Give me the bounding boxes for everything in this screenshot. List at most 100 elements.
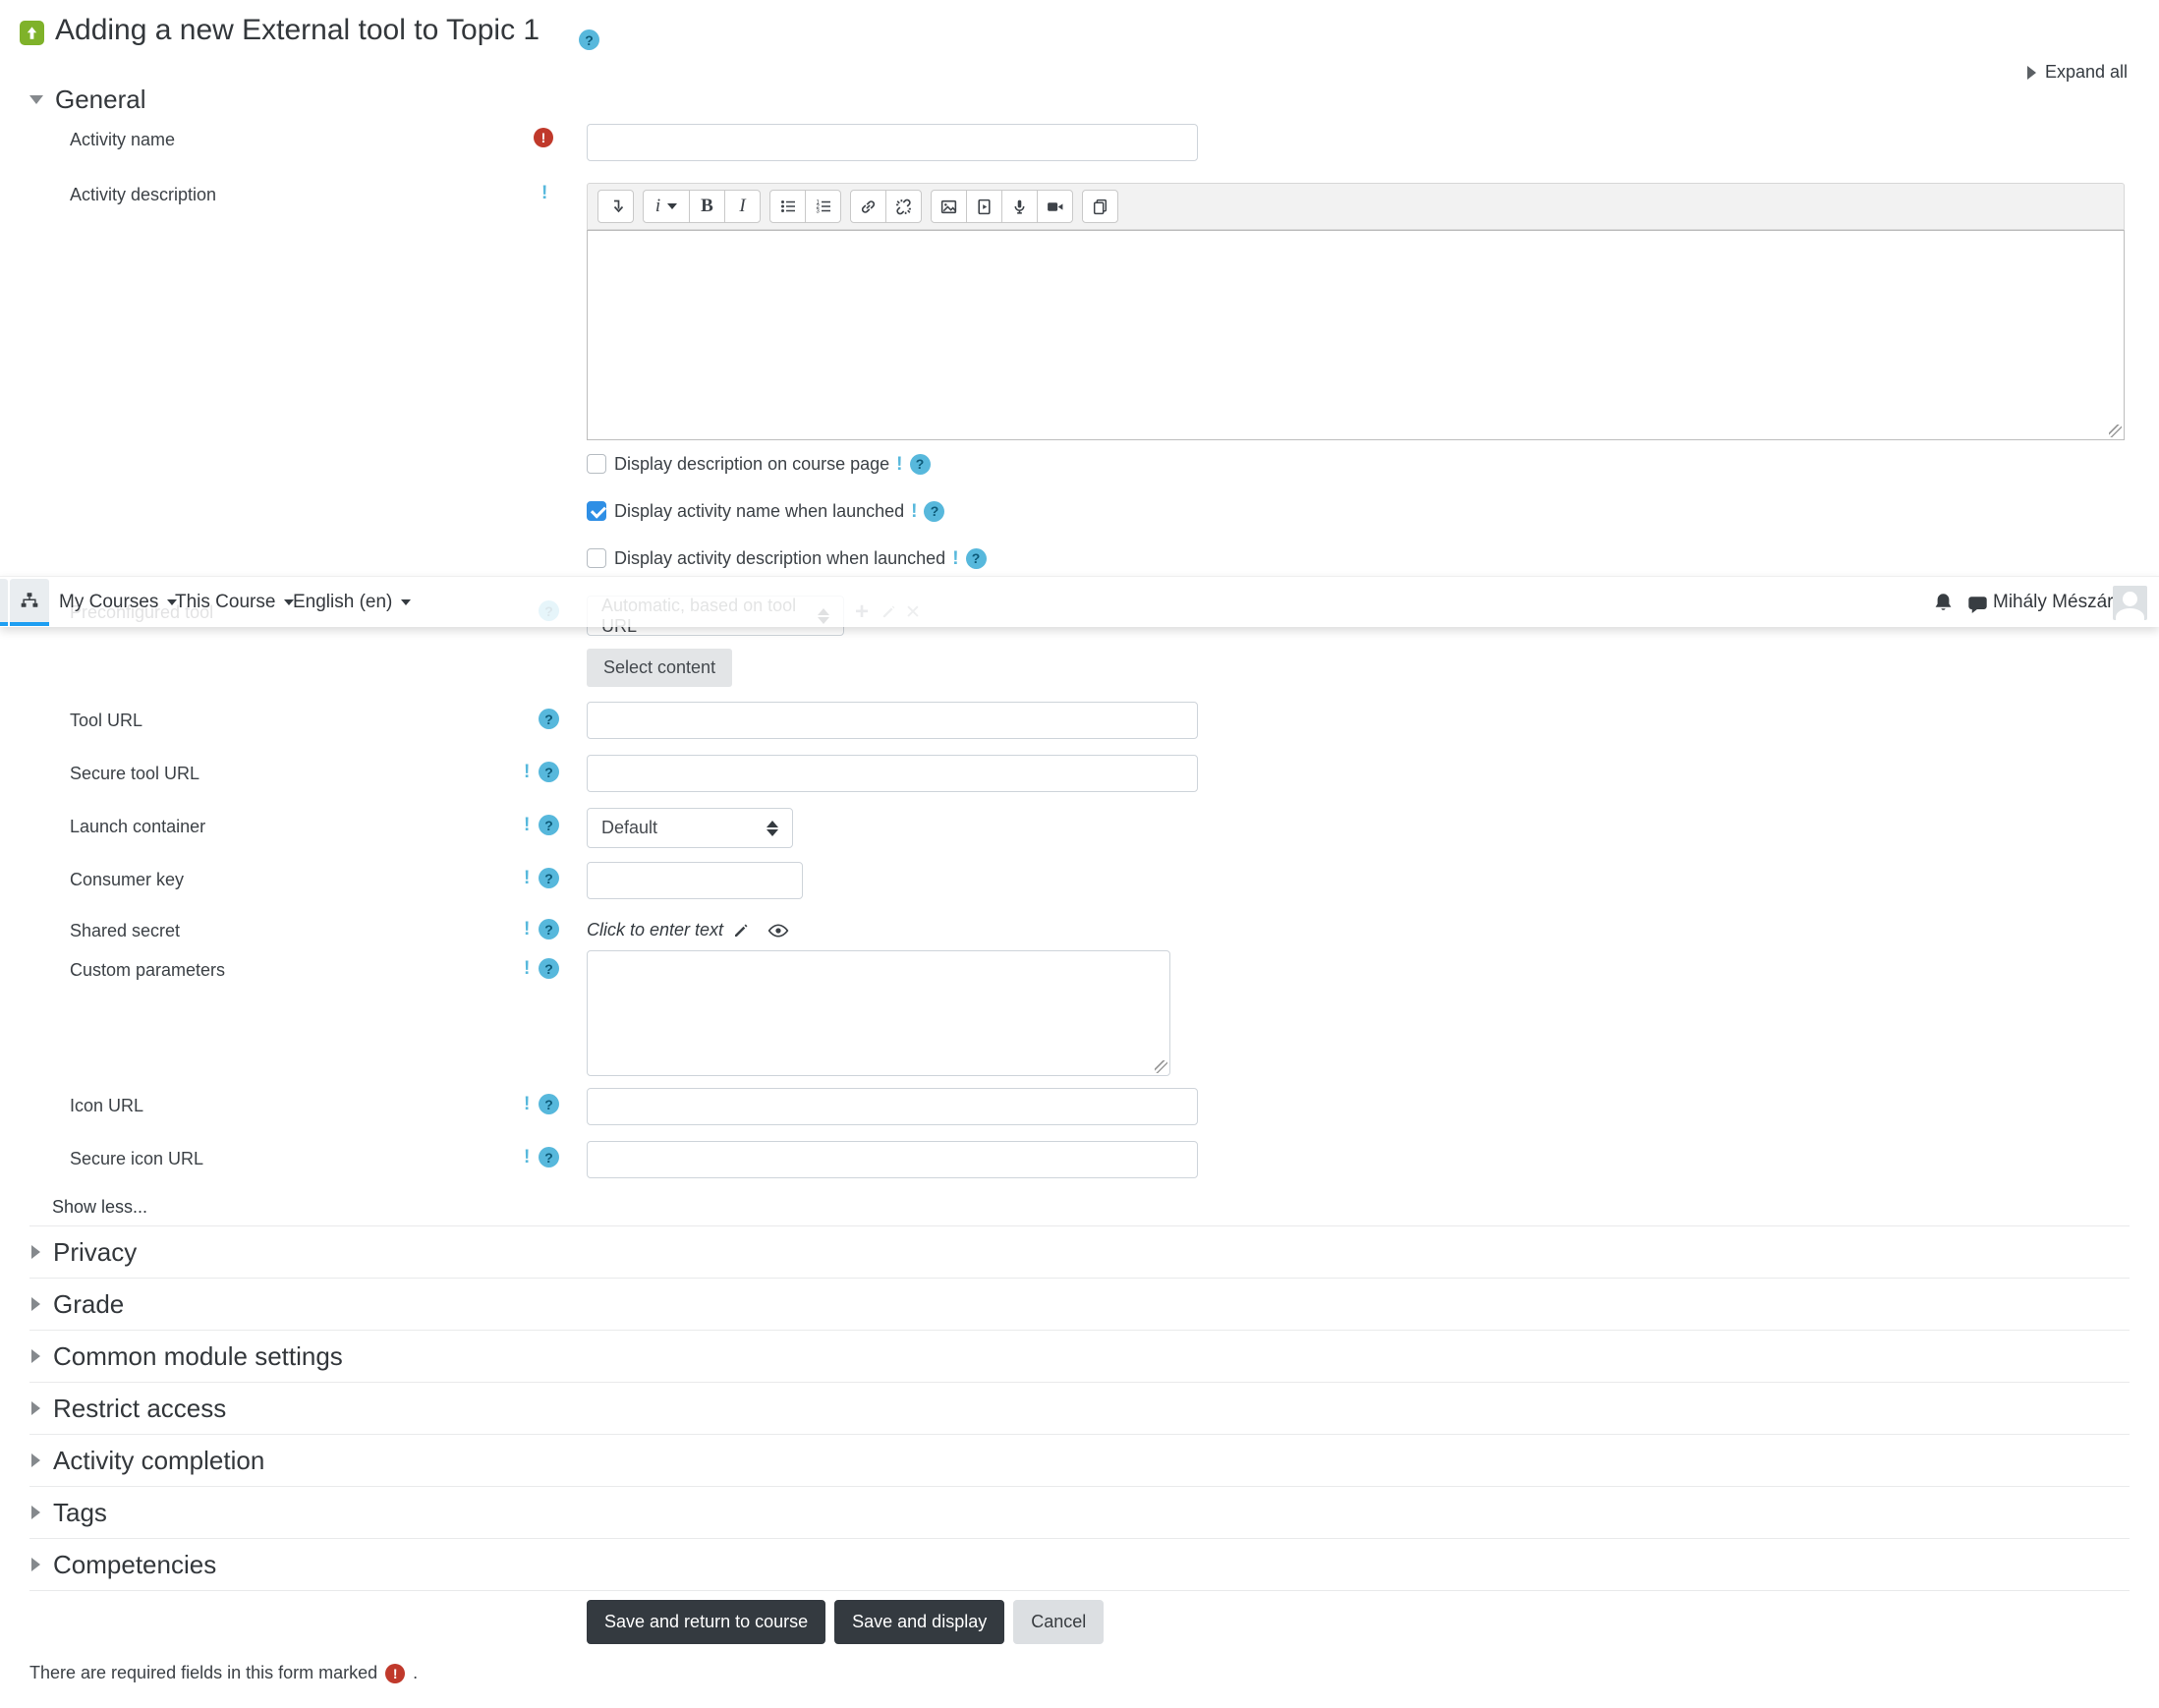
textarea-resize-handle[interactable]	[1155, 1060, 1167, 1073]
custom-parameters-textarea[interactable]	[587, 950, 1170, 1076]
collapsed-caret-icon	[31, 1245, 40, 1259]
editor-content-area[interactable]	[587, 230, 2125, 440]
notifications-bell-icon[interactable]	[1932, 592, 1955, 619]
editor-record-video-button[interactable]	[1037, 190, 1073, 223]
display-activity-description-label[interactable]: Display activity description when launch…	[614, 548, 945, 569]
consumer-key-input[interactable]	[587, 862, 803, 899]
nav-this-course[interactable]: This Course	[175, 592, 295, 613]
section-competencies[interactable]: Competencies	[29, 1539, 2130, 1591]
editor-italic-button[interactable]: I	[724, 190, 761, 223]
sitemap-icon	[21, 593, 38, 607]
nav-my-courses[interactable]: My Courses	[59, 592, 178, 613]
help-icon[interactable]: ?	[539, 709, 559, 729]
collapsed-caret-icon	[31, 1558, 40, 1571]
page-title-help-icon[interactable]: ?	[579, 29, 599, 50]
secure-icon-url-input[interactable]	[587, 1141, 1198, 1178]
general-heading[interactable]: General	[55, 85, 146, 115]
save-and-display-button[interactable]: Save and display	[834, 1600, 1005, 1644]
italic-icon: I	[739, 196, 746, 216]
section-privacy[interactable]: Privacy	[29, 1226, 2130, 1279]
section-grade[interactable]: Grade	[29, 1279, 2130, 1331]
select-content-button[interactable]: Select content	[587, 649, 733, 687]
collapsed-caret-icon	[31, 1506, 40, 1519]
secure-tool-url-label: Secure tool URL	[70, 764, 200, 783]
help-icon[interactable]: ?	[539, 1147, 559, 1167]
advanced-field-icon: !	[524, 868, 531, 888]
insert-image-icon	[940, 199, 957, 213]
edit-pencil-icon[interactable]	[732, 922, 750, 939]
help-icon[interactable]: ?	[909, 453, 931, 475]
site-navigation-button[interactable]	[10, 579, 49, 626]
help-icon[interactable]: ?	[539, 868, 559, 888]
expand-all-caret-icon	[2026, 65, 2036, 80]
editor-bold-button[interactable]: B	[689, 190, 725, 223]
help-icon[interactable]: ?	[965, 547, 987, 569]
display-description-checkbox[interactable]	[587, 454, 606, 474]
editor-toolbar: i B I 123	[587, 183, 2125, 230]
nav-partial-tab[interactable]	[0, 579, 8, 626]
user-avatar[interactable]	[2113, 586, 2147, 620]
external-tool-icon	[20, 21, 44, 45]
insert-media-icon	[978, 199, 991, 214]
section-restrict-access[interactable]: Restrict access	[29, 1383, 2130, 1435]
expand-all-label: Expand all	[2044, 62, 2128, 82]
cancel-button[interactable]: Cancel	[1013, 1600, 1105, 1644]
help-icon[interactable]: ?	[924, 500, 945, 522]
display-activity-name-label[interactable]: Display activity name when launched	[614, 501, 904, 522]
help-icon[interactable]: ?	[539, 919, 559, 939]
shared-secret-label: Shared secret	[70, 921, 181, 940]
editor-unordered-list-button[interactable]	[769, 190, 806, 223]
secure-tool-url-input[interactable]	[587, 755, 1198, 792]
record-audio-icon	[1014, 199, 1025, 214]
editor-link-button[interactable]	[850, 190, 886, 223]
advanced-field-icon: !	[524, 815, 531, 835]
editor-insert-image-button[interactable]	[931, 190, 967, 223]
editor-resize-handle[interactable]	[2109, 425, 2122, 437]
collapsed-caret-icon	[31, 1349, 40, 1363]
section-tags[interactable]: Tags	[29, 1487, 2130, 1539]
help-icon[interactable]: ?	[539, 1094, 559, 1114]
launch-container-select[interactable]: Default	[587, 808, 793, 848]
help-icon[interactable]: ?	[539, 815, 559, 835]
page: Adding a new External tool to Topic 1 ? …	[0, 0, 2159, 1708]
display-activity-name-checkbox[interactable]	[587, 501, 606, 521]
activity-name-input[interactable]	[587, 124, 1198, 161]
editor-unlink-button[interactable]	[885, 190, 922, 223]
advanced-field-icon: !	[524, 1147, 531, 1167]
nav-language-menu[interactable]: English (en)	[293, 592, 412, 613]
collapsed-caret-icon	[31, 1401, 40, 1415]
manage-files-icon	[1093, 199, 1108, 214]
advanced-field-icon: !	[896, 453, 903, 475]
help-icon[interactable]: ?	[539, 958, 559, 979]
chevron-down-icon	[401, 598, 412, 605]
editor-ordered-list-button[interactable]: 123	[805, 190, 841, 223]
expand-all-link[interactable]: Expand all	[2026, 62, 2128, 83]
icon-url-input[interactable]	[587, 1088, 1198, 1125]
save-and-return-button[interactable]: Save and return to course	[587, 1600, 826, 1644]
consumer-key-label: Consumer key	[70, 870, 185, 889]
show-secret-eye-icon[interactable]	[767, 922, 789, 939]
paragraph-styles-icon: i	[654, 196, 661, 216]
show-less-link[interactable]: Show less...	[52, 1197, 147, 1218]
general-collapse-icon[interactable]	[29, 95, 43, 104]
bold-icon: B	[701, 196, 713, 216]
display-activity-description-checkbox[interactable]	[587, 548, 606, 568]
launch-container-label: Launch container	[70, 817, 206, 836]
collapsed-sections: Privacy Grade Common module settings Res…	[29, 1225, 2130, 1591]
editor-paragraph-styles-button[interactable]: i	[643, 190, 690, 223]
help-icon[interactable]: ?	[539, 762, 559, 782]
record-video-icon	[1048, 201, 1063, 211]
section-activity-completion[interactable]: Activity completion	[29, 1435, 2130, 1487]
shared-secret-value[interactable]: Click to enter text	[587, 920, 723, 940]
editor-manage-files-button[interactable]	[1082, 190, 1118, 223]
page-title: Adding a new External tool to Topic 1	[55, 14, 540, 46]
section-common-module-settings[interactable]: Common module settings	[29, 1331, 2130, 1383]
editor-collapse-toolbar-button[interactable]	[597, 190, 634, 223]
advanced-field-icon: !	[911, 500, 918, 522]
collapsed-caret-icon	[31, 1297, 40, 1311]
editor-record-audio-button[interactable]	[1001, 190, 1038, 223]
messages-icon[interactable]	[1966, 594, 1989, 621]
display-description-label[interactable]: Display description on course page	[614, 454, 889, 475]
tool-url-input[interactable]	[587, 702, 1198, 739]
editor-insert-media-button[interactable]	[966, 190, 1002, 223]
